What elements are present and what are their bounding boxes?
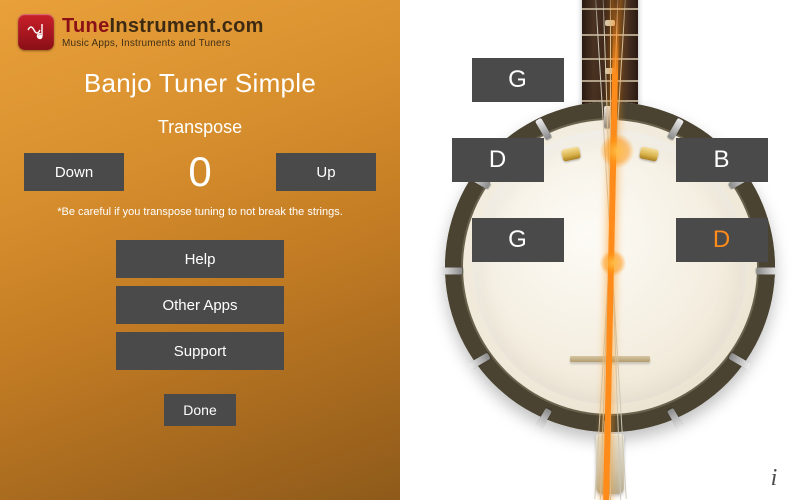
support-button[interactable]: Support (116, 332, 284, 370)
transpose-down-button[interactable]: Down (24, 153, 124, 191)
tension-hook (604, 106, 611, 128)
transpose-up-button[interactable]: Up (276, 153, 376, 191)
treble-clef-icon (22, 18, 50, 46)
string-note-d1[interactable]: D (676, 218, 768, 262)
info-button[interactable]: i (760, 464, 788, 492)
brand-prefix: Tune (62, 16, 110, 36)
brand-text: TuneInstrument.com Music Apps, Instrumen… (62, 16, 264, 49)
done-button[interactable]: Done (164, 394, 236, 426)
string-note-g5[interactable]: G (472, 58, 564, 102)
brand-logo: TuneInstrument.com Music Apps, Instrumen… (18, 14, 264, 50)
settings-panel: TuneInstrument.com Music Apps, Instrumen… (0, 0, 400, 500)
tension-hook (441, 268, 463, 275)
transpose-warning: *Be careful if you transpose tuning to n… (57, 206, 343, 218)
brand-tagline: Music Apps, Instruments and Tuners (62, 39, 264, 49)
tension-hook (757, 268, 779, 275)
page-title: Banjo Tuner Simple (84, 68, 316, 99)
other-apps-button[interactable]: Other Apps (116, 286, 284, 324)
transpose-heading: Transpose (158, 117, 242, 138)
logo-badge-icon (18, 14, 54, 50)
brand-suffix: Instrument.com (110, 16, 264, 36)
menu-stack: Help Other Apps Support (116, 240, 284, 370)
string-note-d4[interactable]: D (452, 138, 544, 182)
string-note-b2[interactable]: B (676, 138, 768, 182)
instrument-panel: G D G B D i (400, 0, 800, 500)
help-button[interactable]: Help (116, 240, 284, 278)
string-note-g3[interactable]: G (472, 218, 564, 262)
transpose-controls: Down 0 Up (18, 148, 382, 196)
transpose-value: 0 (188, 148, 211, 196)
